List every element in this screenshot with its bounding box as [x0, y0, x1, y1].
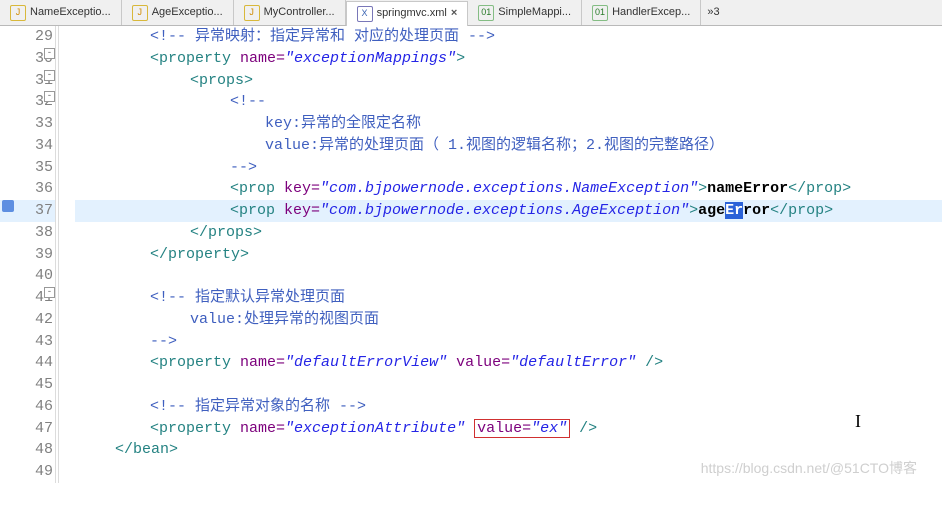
tab-springmvc-xml[interactable]: X springmvc.xml × [346, 1, 469, 26]
text-selection: Er [725, 202, 743, 219]
xml-icon: X [357, 6, 373, 22]
xml-tag: </bean> [115, 441, 178, 458]
xml-tag: <props> [190, 72, 253, 89]
tab-label: springmvc.xml [377, 6, 447, 22]
xml-tag: <prop [230, 180, 275, 197]
editor-tabs: J NameExceptio... J AgeExceptio... J MyC… [0, 0, 942, 26]
java-icon: J [132, 5, 148, 21]
comment: --> [150, 333, 177, 350]
tab-my-controller[interactable]: J MyController... [234, 0, 346, 25]
tab-simple-mapping[interactable]: 01 SimpleMappi... [468, 0, 582, 25]
comment: key:异常的全限定名称 [265, 115, 421, 132]
gutter-marker-icon [2, 200, 14, 212]
current-line: <prop key="com.bjpowernode.exceptions.Ag… [75, 200, 942, 222]
code-editor[interactable]: 29 30- 31- 32- 33 34 35 36 37 38 39 40 4… [0, 26, 942, 483]
class-icon: 01 [478, 5, 494, 21]
xml-value: "exceptionMappings" [285, 50, 456, 67]
xml-tag: <property [150, 354, 231, 371]
fold-icon[interactable]: - [44, 287, 55, 298]
xml-tag: <property [150, 50, 231, 67]
tab-label: MyController... [264, 5, 335, 21]
comment: <!-- 异常映射：指定异常和 对应的处理页面 --> [150, 28, 495, 45]
fold-icon[interactable]: - [44, 70, 55, 81]
tab-age-exception[interactable]: J AgeExceptio... [122, 0, 234, 25]
tab-label: HandlerExcep... [612, 5, 690, 21]
fold-icon[interactable]: - [44, 91, 55, 102]
class-icon: 01 [592, 5, 608, 21]
tab-label: AgeExceptio... [152, 5, 223, 21]
tab-overflow-button[interactable]: »3 [701, 0, 725, 25]
watermark: https://blog.csdn.net/@51CTO博客 [701, 458, 917, 478]
comment: --> [230, 159, 257, 176]
comment: <!-- 指定默认异常处理页面 [150, 289, 345, 306]
tab-name-exception[interactable]: J NameExceptio... [0, 0, 122, 25]
code-content[interactable]: <!-- 异常映射：指定异常和 对应的处理页面 --> <property na… [65, 26, 942, 483]
tab-label: SimpleMappi... [498, 5, 571, 21]
tab-handler-exception[interactable]: 01 HandlerExcep... [582, 0, 701, 25]
xml-attr: name= [231, 50, 285, 67]
xml-tag: </props> [190, 224, 262, 241]
fold-icon[interactable]: - [44, 48, 55, 59]
comment: <!-- [230, 93, 266, 110]
xml-tag: </property> [150, 246, 249, 263]
java-icon: J [244, 5, 260, 21]
text-node: nameError [707, 180, 788, 197]
text-cursor-icon: I [855, 408, 861, 434]
line-number-gutter: 29 30- 31- 32- 33 34 35 36 37 38 39 40 4… [0, 26, 65, 483]
comment: value:异常的处理页面（ 1.视图的逻辑名称；2.视图的完整路径） [265, 137, 724, 154]
java-icon: J [10, 5, 26, 21]
overflow-label: »3 [707, 5, 719, 21]
highlight-box: value="ex" [474, 419, 570, 438]
comment: value:处理异常的视图页面 [190, 311, 379, 328]
xml-tag: <property [150, 420, 231, 437]
close-icon[interactable]: × [451, 6, 457, 22]
tab-label: NameExceptio... [30, 5, 111, 21]
comment: <!-- 指定异常对象的名称 --> [150, 398, 366, 415]
